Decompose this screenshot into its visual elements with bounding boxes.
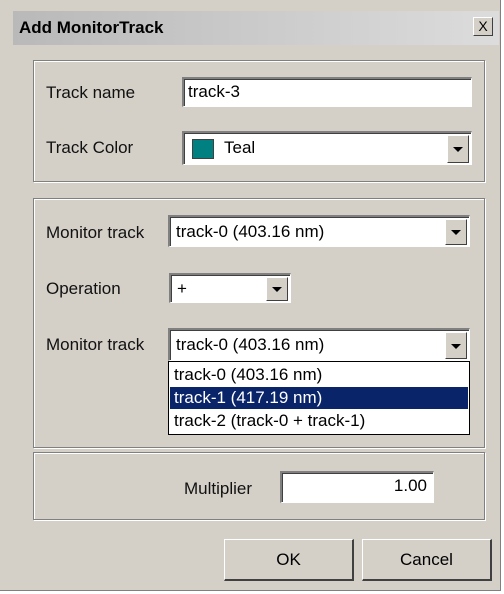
- monitor-track-2-select[interactable]: track-0 (403.16 nm): [168, 328, 470, 361]
- track-name-input[interactable]: track-3: [182, 77, 472, 107]
- monitor-track-2-dropdown-list: track-0 (403.16 nm) track-1 (417.19 nm) …: [168, 361, 470, 435]
- track-color-select[interactable]: Teal: [182, 131, 472, 165]
- add-monitor-track-dialog: Add MonitorTrack X Track name track-3 Tr…: [0, 0, 501, 591]
- multiplier-label: Multiplier: [184, 479, 253, 498]
- dropdown-option[interactable]: track-0 (403.16 nm): [170, 364, 468, 386]
- color-swatch: [192, 139, 214, 159]
- monitor-track-1-dropdown-button[interactable]: [445, 219, 467, 245]
- cancel-button[interactable]: Cancel: [362, 539, 492, 581]
- operation-value: +: [177, 279, 187, 298]
- monitor-track-2-label: Monitor track: [46, 335, 145, 354]
- chevron-down-icon: [451, 230, 461, 235]
- monitor-track-1-label: Monitor track: [46, 223, 145, 242]
- close-button[interactable]: X: [473, 17, 493, 36]
- track-name-label: Track name: [46, 83, 136, 102]
- dialog-title: Add MonitorTrack: [19, 18, 164, 37]
- multiplier-input[interactable]: 1.00: [280, 471, 434, 503]
- close-icon: X: [478, 18, 488, 34]
- multiplier-value: 1.00: [393, 476, 427, 495]
- track-color-dropdown-button[interactable]: [447, 135, 469, 163]
- operation-dropdown-button[interactable]: [266, 277, 288, 301]
- dropdown-option[interactable]: track-2 (track-0 + track-1): [170, 410, 468, 432]
- chevron-down-icon: [451, 343, 461, 349]
- monitor-track-1-value: track-0 (403.16 nm): [176, 222, 325, 241]
- monitor-track-2-value: track-0 (403.16 nm): [176, 335, 325, 354]
- ok-label: OK: [276, 550, 301, 569]
- track-color-value: Teal: [224, 138, 256, 157]
- track-name-value: track-3: [188, 82, 240, 101]
- cancel-label: Cancel: [400, 550, 453, 569]
- chevron-down-icon: [453, 147, 463, 152]
- track-color-label: Track Color: [46, 138, 134, 157]
- ok-button[interactable]: OK: [224, 539, 354, 581]
- monitor-track-1-select[interactable]: track-0 (403.16 nm): [168, 215, 470, 247]
- dropdown-option-highlighted[interactable]: track-1 (417.19 nm): [170, 387, 468, 409]
- chevron-down-icon: [272, 287, 282, 292]
- title-bar[interactable]: Add MonitorTrack X: [13, 11, 499, 45]
- operation-select[interactable]: +: [169, 273, 291, 303]
- operation-label: Operation: [46, 279, 121, 298]
- monitor-track-2-dropdown-button[interactable]: [445, 332, 467, 359]
